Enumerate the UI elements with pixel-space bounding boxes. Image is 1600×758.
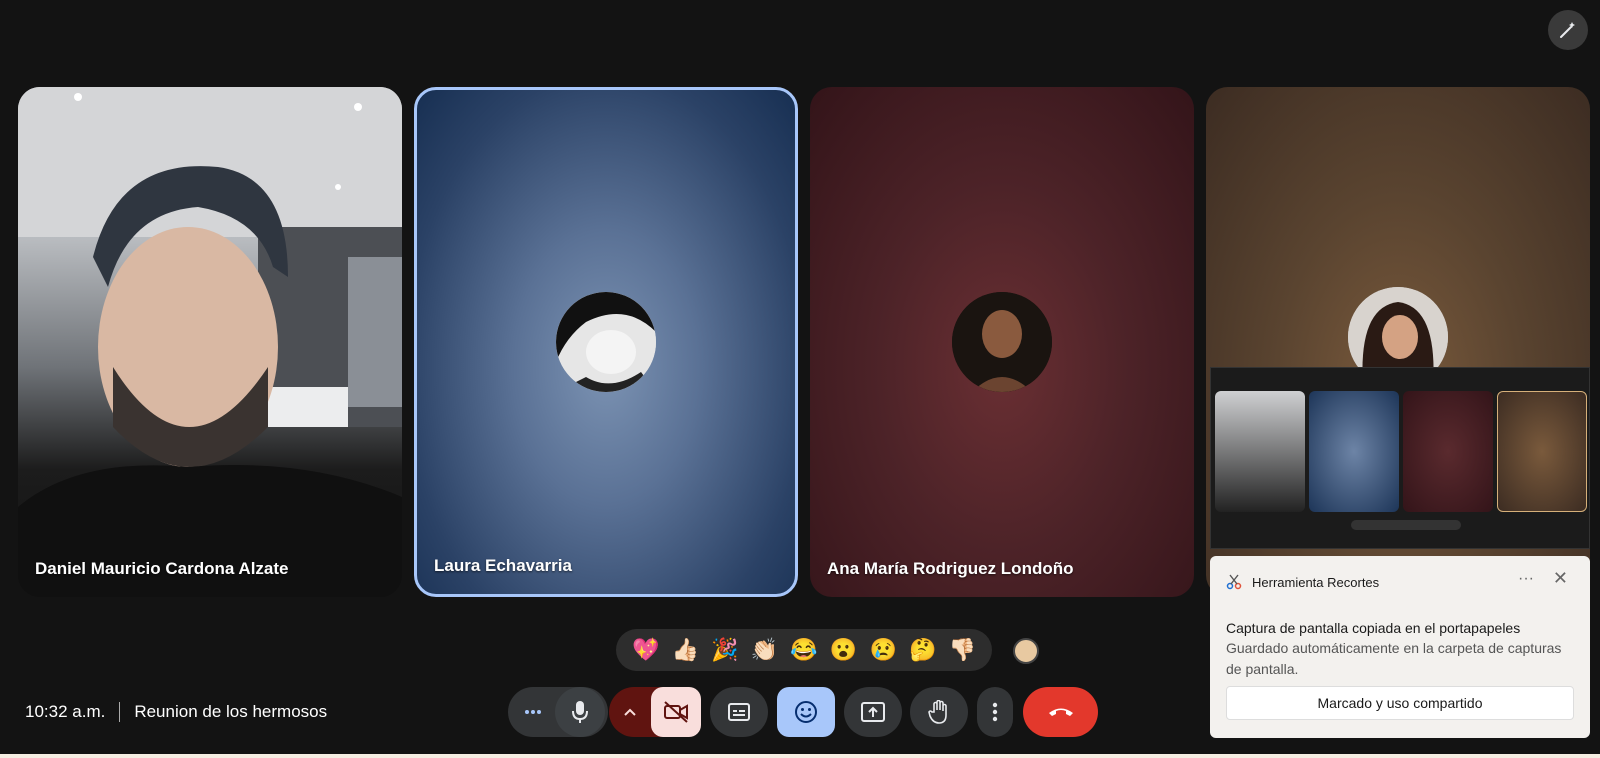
mic-button[interactable] bbox=[555, 687, 605, 737]
meeting-time: 10:32 a.m. bbox=[25, 702, 106, 721]
participant-tile-daniel[interactable]: Daniel Mauricio Cardona Alzate bbox=[18, 87, 402, 597]
captions-button[interactable] bbox=[710, 687, 768, 737]
preview-controls bbox=[1351, 520, 1461, 530]
mic-icon bbox=[572, 701, 588, 723]
meeting-info: 10:32 a.m. Reunion de los hermosos bbox=[25, 702, 327, 722]
participant-avatar bbox=[556, 292, 656, 392]
reaction-party[interactable]: 🎉 bbox=[705, 629, 745, 671]
participant-tile-laura[interactable]: Laura Echavarria bbox=[414, 87, 798, 597]
participant-name: Ana María Rodriguez Londoño bbox=[827, 559, 1074, 578]
close-icon[interactable]: ✕ bbox=[1553, 568, 1568, 589]
reaction-heart[interactable]: 💖 bbox=[626, 629, 666, 671]
reaction-surprised[interactable]: 😮 bbox=[824, 629, 864, 671]
more-vert-icon bbox=[992, 702, 998, 722]
end-call-button[interactable] bbox=[1023, 687, 1098, 737]
reaction-thumbs-up[interactable]: 👍🏻 bbox=[666, 629, 706, 671]
camera-options-button[interactable] bbox=[609, 687, 651, 737]
phone-hangup-icon bbox=[1048, 708, 1073, 716]
camera-control-group bbox=[609, 687, 701, 737]
chevron-up-icon bbox=[624, 708, 636, 716]
snipping-tool-notification: Herramienta Recortes ··· ✕ Captura de pa… bbox=[1210, 556, 1590, 738]
magic-pen-icon bbox=[1560, 22, 1575, 38]
raise-hand-icon bbox=[928, 700, 947, 724]
emoji-icon bbox=[795, 701, 817, 723]
participant-video bbox=[18, 87, 402, 597]
reaction-thumbs-down[interactable]: 👎🏻 bbox=[943, 629, 983, 671]
reaction-laugh[interactable]: 😂 bbox=[784, 629, 824, 671]
participant-name: Laura Echavarria bbox=[434, 556, 572, 575]
present-screen-icon bbox=[861, 702, 885, 722]
avatar-image bbox=[556, 292, 656, 392]
reaction-clap[interactable]: 👏🏻 bbox=[745, 629, 785, 671]
participant-tile-ana[interactable]: Ana María Rodriguez Londoño bbox=[810, 87, 1194, 597]
more-options-button[interactable] bbox=[977, 687, 1013, 737]
avatar-image bbox=[952, 292, 1052, 392]
reaction-thinking[interactable]: 🤔 bbox=[903, 629, 943, 671]
markup-share-button[interactable]: Marcado y uso compartido bbox=[1226, 686, 1574, 720]
notification-app-name: Herramienta Recortes bbox=[1252, 574, 1380, 590]
visual-effects-button[interactable] bbox=[1548, 10, 1588, 50]
scissors-icon bbox=[1226, 574, 1242, 590]
taskbar-edge bbox=[0, 754, 1600, 758]
preview-tile bbox=[1497, 391, 1587, 512]
divider bbox=[119, 702, 121, 722]
screenshot-preview[interactable] bbox=[1210, 367, 1590, 549]
reactions-bar: 💖 👍🏻 🎉 👏🏻 😂 😮 😢 🤔 👎🏻 bbox=[616, 629, 992, 671]
more-audio-options-button[interactable] bbox=[511, 687, 555, 737]
participant-avatar bbox=[952, 292, 1052, 392]
preview-tile bbox=[1403, 391, 1493, 512]
notification-body: Guardado automáticamente en la carpeta d… bbox=[1226, 640, 1562, 677]
participant-name: Daniel Mauricio Cardona Alzate bbox=[35, 559, 289, 578]
camera-button[interactable] bbox=[651, 687, 701, 737]
preview-tile bbox=[1309, 391, 1399, 512]
present-button[interactable] bbox=[844, 687, 902, 737]
notification-title: Captura de pantalla copiada en el portap… bbox=[1226, 620, 1521, 636]
preview-tile bbox=[1215, 391, 1305, 512]
captions-icon bbox=[728, 703, 750, 721]
meeting-title: Reunion de los hermosos bbox=[134, 702, 328, 721]
mic-control-group bbox=[508, 687, 608, 737]
notification-header: Herramienta Recortes ··· ✕ bbox=[1226, 568, 1574, 590]
more-horiz-icon[interactable]: ··· bbox=[1518, 570, 1534, 588]
more-horiz-icon bbox=[525, 710, 541, 714]
skin-tone-button[interactable] bbox=[1013, 638, 1039, 664]
reaction-sad[interactable]: 😢 bbox=[863, 629, 903, 671]
camera-off-icon bbox=[664, 701, 688, 723]
raise-hand-button[interactable] bbox=[910, 687, 968, 737]
reactions-button[interactable] bbox=[777, 687, 835, 737]
